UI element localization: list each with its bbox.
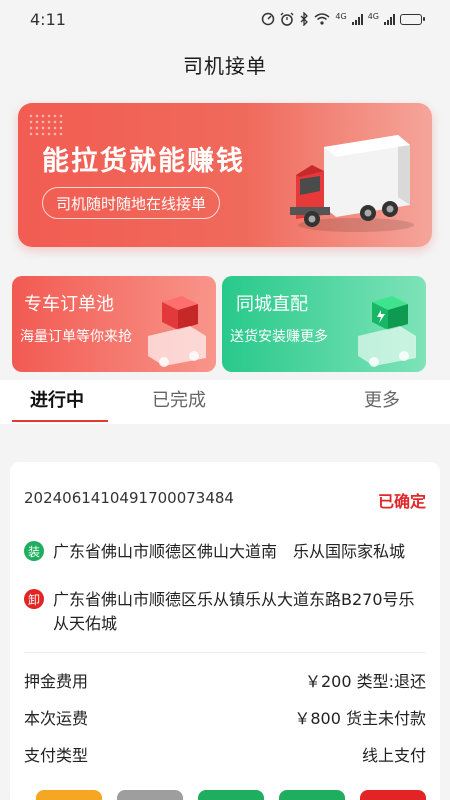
bluetooth-icon <box>300 12 309 26</box>
deposit-value: ￥200 类型:退还 <box>304 672 426 691</box>
page-title: 司机接单 <box>183 53 267 78</box>
promo-banner[interactable]: 能拉货就能赚钱 司机随时随地在线接单 <box>18 103 432 247</box>
network-label: 4G <box>367 12 379 21</box>
banner-subtitle: 司机随时随地在线接单 <box>42 187 221 219</box>
unload-address-text: 广东省佛山市顺德区乐从镇乐从大道东路B270号乐从天佑城 <box>53 590 415 633</box>
freight-row: 本次运费 ￥800 货主未付款 <box>24 705 426 729</box>
battery-icon <box>400 13 425 25</box>
card-subtitle: 送货安装赚更多 <box>230 329 328 345</box>
unload-badge: 卸 <box>24 589 44 609</box>
status-icons: 4G 4G <box>261 12 425 26</box>
load-address: 装 广东省佛山市顺德区佛山大道南 乐从国际家私城 <box>24 540 423 564</box>
tab-more[interactable]: 更多 <box>364 386 400 412</box>
tab-in-progress[interactable]: 进行中 <box>30 386 84 412</box>
truck-illustration <box>290 135 414 232</box>
signal-icon <box>351 13 363 25</box>
dot-pattern <box>28 113 64 137</box>
order-card[interactable]: 20240614104917000​73484 已确定 装 广东省佛山市顺德区佛… <box>10 462 440 800</box>
card-title: 专车订单池 <box>24 294 114 315</box>
order-tabs: 进行中 已完成 更多 <box>0 380 450 424</box>
card-title: 同城直配 <box>236 294 308 315</box>
order-status: 已确定 <box>377 492 426 511</box>
card-subtitle: 海量订单等你来抢 <box>20 329 132 345</box>
wifi-icon <box>314 13 330 25</box>
deposit-label: 押金费用 <box>24 672 89 691</box>
tab-completed[interactable]: 已完成 <box>152 386 206 412</box>
card-dedicated-order-pool[interactable]: 专车订单池 海量订单等你来抢 <box>12 276 216 372</box>
network-label: 4G <box>335 12 347 21</box>
deposit-row: 押金费用 ￥200 类型:退还 <box>24 668 426 692</box>
speed-icon <box>262 12 275 26</box>
payment-type-row: 支付类型 线上支付 <box>24 742 426 766</box>
freight-label: 本次运费 <box>24 709 89 728</box>
payment-type-label: 支付类型 <box>24 746 89 765</box>
load-badge: 装 <box>24 541 44 561</box>
truck-box-icon <box>358 296 416 367</box>
payment-type-value: 线上支付 <box>361 746 426 765</box>
freight-value: ￥800 货主未付款 <box>294 709 426 728</box>
status-bar: 4:11 4G 4G <box>0 0 450 38</box>
load-address-text: 广东省佛山市顺德区佛山大道南 乐从国际家私城 <box>53 542 406 561</box>
card-same-city-delivery[interactable]: 同城直配 送货安装赚更多 <box>222 276 426 372</box>
action-button-red[interactable] <box>360 790 426 800</box>
status-time: 4:11 <box>30 9 66 29</box>
action-button-green-2[interactable] <box>279 790 345 800</box>
divider <box>24 652 426 653</box>
unload-address: 卸 广东省佛山市顺德区乐从镇乐从大道东路B270号乐从天佑城 <box>24 588 423 636</box>
action-button-orange[interactable] <box>36 790 102 800</box>
truck-box-icon <box>148 296 206 367</box>
header: 司机接单 <box>0 38 450 90</box>
action-button-green[interactable] <box>198 790 264 800</box>
signal-icon <box>384 13 395 25</box>
banner-title: 能拉货就能赚钱 <box>42 146 245 177</box>
order-number: 20240614104917000​73484 <box>24 489 234 507</box>
action-button-gray[interactable] <box>117 790 183 800</box>
alarm-icon <box>280 12 294 26</box>
active-tab-indicator <box>12 420 108 422</box>
